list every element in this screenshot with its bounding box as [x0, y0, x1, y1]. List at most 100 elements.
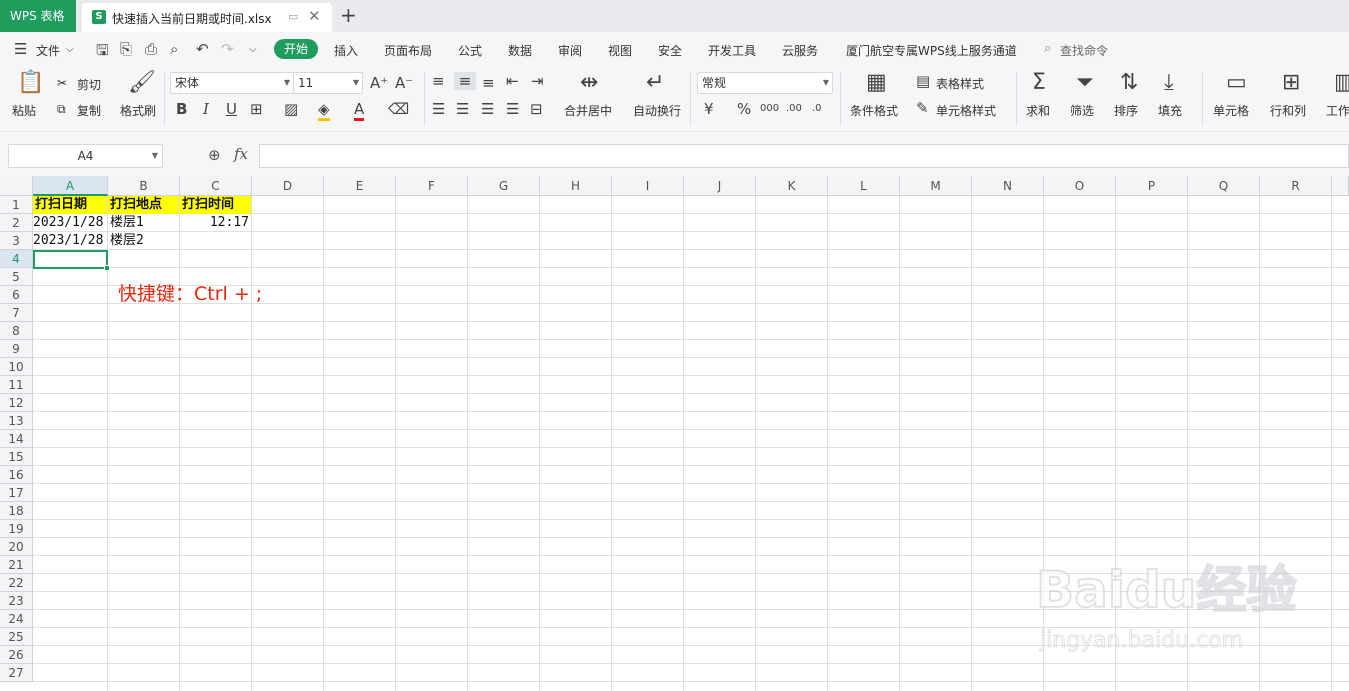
- print-icon[interactable]: ⎙: [145, 40, 157, 58]
- bold-icon[interactable]: B: [176, 100, 187, 118]
- fx-icon[interactable]: fx: [234, 145, 248, 163]
- window-icon[interactable]: ▭: [288, 10, 298, 23]
- cell-c1-header[interactable]: 打扫时间: [180, 196, 251, 214]
- column-header-e[interactable]: E: [324, 176, 396, 196]
- row-header-6[interactable]: 6: [0, 286, 33, 304]
- tab-view[interactable]: 视图: [608, 42, 632, 59]
- justify-icon[interactable]: ☰: [506, 100, 519, 118]
- paste-icon[interactable]: 📋: [17, 72, 44, 94]
- row-header-12[interactable]: 12: [0, 394, 33, 412]
- row-header-17[interactable]: 17: [0, 484, 33, 502]
- cut-button[interactable]: 剪切: [77, 76, 101, 93]
- percent-icon[interactable]: %: [737, 100, 751, 118]
- distribute-icon[interactable]: ⊟: [530, 100, 543, 118]
- merge-center-button[interactable]: 合并居中: [564, 102, 612, 119]
- align-center-icon[interactable]: ☰: [456, 100, 469, 118]
- close-icon[interactable]: ✕: [308, 7, 321, 25]
- cell-b2[interactable]: 楼层1: [110, 214, 180, 232]
- tab-data[interactable]: 数据: [508, 42, 532, 59]
- row-header-4[interactable]: 4: [0, 250, 33, 268]
- border-icon[interactable]: ⊞: [250, 100, 263, 118]
- align-bottom-icon[interactable]: ≡: [482, 74, 495, 92]
- row-header-15[interactable]: 15: [0, 448, 33, 466]
- increase-font-icon[interactable]: A⁺: [370, 74, 388, 92]
- command-search[interactable]: 查找命令: [1060, 42, 1108, 59]
- indent-icon[interactable]: ⇥: [531, 72, 544, 90]
- align-right-icon[interactable]: ☰: [481, 100, 494, 118]
- row-header-21[interactable]: 21: [0, 556, 33, 574]
- cell-icon[interactable]: ▭: [1226, 72, 1247, 94]
- fill-style-icon[interactable]: ▨: [284, 100, 298, 118]
- formula-input[interactable]: [259, 144, 1349, 168]
- column-header-s[interactable]: [1332, 176, 1349, 196]
- name-box[interactable]: A4 ▼: [8, 144, 163, 168]
- select-all-corner[interactable]: [0, 176, 33, 196]
- row-header-24[interactable]: 24: [0, 610, 33, 628]
- chevron-down-icon[interactable]: ⌵: [66, 44, 74, 55]
- increase-decimal-icon[interactable]: .00: [786, 100, 802, 118]
- clear-format-icon[interactable]: ⌫: [388, 100, 409, 118]
- wrap-text-icon[interactable]: ↵: [646, 72, 664, 94]
- column-header-l[interactable]: L: [828, 176, 900, 196]
- row-header-7[interactable]: 7: [0, 304, 33, 322]
- cell-a3[interactable]: 2023/1/28: [33, 232, 107, 250]
- decrease-decimal-icon[interactable]: .0: [812, 100, 822, 118]
- sort-icon[interactable]: ⇅: [1120, 72, 1138, 94]
- save-icon[interactable]: 🖫: [96, 40, 109, 65]
- align-top-icon[interactable]: ≡: [432, 72, 445, 90]
- redo-icon[interactable]: ↷: [221, 40, 234, 58]
- row-header-25[interactable]: 25: [0, 628, 33, 646]
- column-header-r[interactable]: R: [1260, 176, 1332, 196]
- format-painter-icon[interactable]: 🖌: [128, 72, 156, 94]
- outdent-icon[interactable]: ⇤: [506, 72, 519, 90]
- customize-chevron-icon[interactable]: ⌵: [249, 44, 257, 55]
- tab-home[interactable]: 开始: [274, 39, 318, 59]
- cell-b3[interactable]: 楼层2: [110, 232, 180, 250]
- column-header-g[interactable]: G: [468, 176, 540, 196]
- conditional-format-icon[interactable]: ▦: [866, 72, 887, 94]
- cell-a1-header[interactable]: 打扫日期: [33, 196, 107, 214]
- currency-icon[interactable]: ¥: [704, 100, 714, 118]
- new-tab-plus-icon[interactable]: +: [340, 3, 357, 27]
- copy-button[interactable]: 复制: [77, 102, 101, 119]
- tab-page-layout[interactable]: 页面布局: [384, 42, 432, 59]
- fill-button[interactable]: 填充: [1158, 102, 1182, 119]
- row-header-2[interactable]: 2: [0, 214, 33, 232]
- filter-icon[interactable]: ⏷: [1076, 72, 1094, 94]
- sum-button[interactable]: 求和: [1026, 102, 1050, 119]
- tab-formulas[interactable]: 公式: [458, 42, 482, 59]
- fill-color-icon[interactable]: ◈: [318, 100, 330, 121]
- row-header-20[interactable]: 20: [0, 538, 33, 556]
- export-icon[interactable]: ⎘: [120, 40, 132, 58]
- row-header-1[interactable]: 1: [0, 196, 33, 214]
- column-header-d[interactable]: D: [252, 176, 324, 196]
- column-header-p[interactable]: P: [1116, 176, 1188, 196]
- hamburger-icon[interactable]: ☰: [14, 40, 27, 58]
- tab-developer[interactable]: 开发工具: [708, 42, 756, 59]
- undo-icon[interactable]: ↶: [196, 40, 209, 58]
- row-col-button[interactable]: 行和列: [1270, 102, 1306, 119]
- row-header-11[interactable]: 11: [0, 376, 33, 394]
- table-style-button[interactable]: 表格样式: [936, 75, 984, 92]
- paste-button[interactable]: 粘贴: [12, 102, 36, 119]
- tab-cloud-services[interactable]: 云服务: [782, 42, 818, 59]
- row-header-10[interactable]: 10: [0, 358, 33, 376]
- column-header-c[interactable]: C: [180, 176, 252, 196]
- row-header-19[interactable]: 19: [0, 520, 33, 538]
- tab-insert[interactable]: 插入: [334, 42, 358, 59]
- merge-center-icon[interactable]: ⇹: [580, 72, 598, 94]
- align-middle-icon[interactable]: ≡: [454, 72, 476, 90]
- row-header-9[interactable]: 9: [0, 340, 33, 358]
- sort-button[interactable]: 排序: [1114, 102, 1138, 119]
- document-tab[interactable]: S 快速插入当前日期或时间.xlsx ▭ ✕: [82, 3, 332, 32]
- font-size-select[interactable]: 11 ▼: [293, 72, 363, 94]
- font-color-icon[interactable]: A: [354, 100, 365, 121]
- column-header-o[interactable]: O: [1044, 176, 1116, 196]
- font-name-select[interactable]: 宋体 ▼: [170, 72, 294, 94]
- sum-icon[interactable]: Σ: [1032, 72, 1046, 94]
- cell-b1-header[interactable]: 打扫地点: [108, 196, 179, 214]
- zoom-search-icon[interactable]: ⊕: [208, 146, 221, 164]
- print-preview-icon[interactable]: ⌕: [170, 40, 178, 58]
- row-header-5[interactable]: 5: [0, 268, 33, 286]
- thousands-icon[interactable]: 000: [760, 100, 779, 118]
